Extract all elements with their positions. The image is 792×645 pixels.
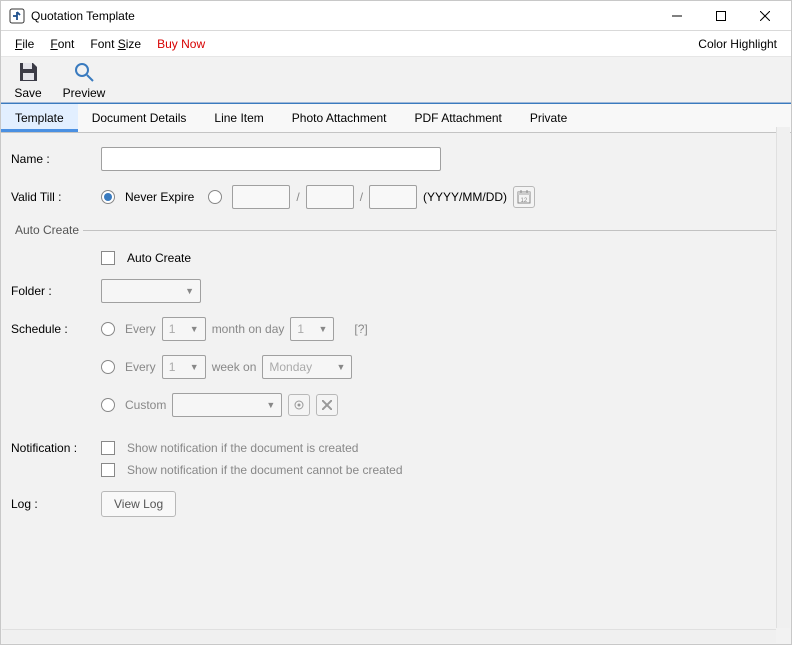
valid-till-day[interactable] (369, 185, 417, 209)
maximize-button[interactable] (699, 2, 743, 30)
every-label-2: Every (125, 360, 156, 374)
folder-label: Folder : (11, 284, 101, 298)
schedule-monthly-radio[interactable] (101, 322, 115, 336)
valid-till-date-radio[interactable] (208, 190, 222, 204)
chevron-down-icon: ▼ (266, 400, 275, 410)
schedule-custom-radio[interactable] (101, 398, 115, 412)
chevron-down-icon: ▼ (336, 362, 345, 372)
application-window: Quotation Template File Font Font Size B… (0, 0, 792, 645)
chevron-down-icon: ▼ (190, 324, 199, 334)
valid-till-never-radio[interactable] (101, 190, 115, 204)
notif-failed-label: Show notification if the document cannot… (127, 463, 403, 477)
menu-font-size[interactable]: Font Size (82, 33, 149, 55)
tab-line-item[interactable]: Line Item (200, 104, 277, 132)
tab-pdf-attachment[interactable]: PDF Attachment (401, 104, 516, 132)
sep1: / (296, 190, 299, 204)
chevron-down-icon: ▼ (185, 286, 194, 296)
calendar-icon[interactable]: 12 (513, 186, 535, 208)
valid-till-year[interactable] (232, 185, 290, 209)
menu-font[interactable]: Font (42, 33, 82, 55)
toolbar-preview[interactable]: Preview (63, 60, 105, 100)
custom-clear-icon[interactable] (316, 394, 338, 416)
chevron-down-icon: ▼ (190, 362, 199, 372)
toolbar: Save Preview (1, 57, 791, 103)
schedule-week-day[interactable]: Monday ▼ (262, 355, 352, 379)
notif-created-label: Show notification if the document is cre… (127, 441, 358, 455)
toolbar-preview-label: Preview (63, 86, 106, 100)
valid-till-label: Valid Till : (11, 190, 101, 204)
log-label: Log : (11, 497, 101, 511)
week-on-label: week on (212, 360, 257, 374)
notification-label: Notification : (11, 441, 101, 455)
tab-photo-attachment[interactable]: Photo Attachment (278, 104, 401, 132)
name-input[interactable] (101, 147, 441, 171)
never-expire-label: Never Expire (125, 190, 194, 204)
sep2: / (360, 190, 363, 204)
tabstrip: Template Document Details Line Item Phot… (1, 103, 791, 133)
menu-color-highlight[interactable]: Color Highlight (690, 33, 785, 55)
date-format-label: (YYYY/MM/DD) (423, 190, 507, 204)
folder-select[interactable]: ▼ (101, 279, 201, 303)
notif-failed-checkbox[interactable] (101, 463, 115, 477)
horizontal-scrollbar[interactable] (2, 629, 776, 643)
every-label-1: Every (125, 322, 156, 336)
tab-template[interactable]: Template (1, 104, 78, 132)
titlebar: Quotation Template (1, 1, 791, 31)
custom-label: Custom (125, 398, 166, 412)
schedule-help[interactable]: [?] (354, 322, 367, 336)
notif-created-checkbox[interactable] (101, 441, 115, 455)
auto-create-group: Auto Create Auto Create Folder : ▼ Sched… (11, 223, 781, 531)
schedule-weekly-radio[interactable] (101, 360, 115, 374)
preview-icon (73, 60, 95, 84)
view-log-button[interactable]: View Log (101, 491, 176, 517)
app-icon (9, 8, 25, 24)
toolbar-save[interactable]: Save (7, 60, 49, 100)
auto-create-checkbox[interactable] (101, 251, 115, 265)
menu-file[interactable]: File (7, 33, 42, 55)
vertical-scrollbar[interactable] (776, 127, 790, 628)
toolbar-save-label: Save (14, 86, 41, 100)
menu-buy-now[interactable]: Buy Now (149, 33, 213, 55)
minimize-button[interactable] (655, 2, 699, 30)
auto-create-legend: Auto Create (11, 223, 83, 237)
schedule-week-count[interactable]: 1 ▼ (162, 355, 206, 379)
schedule-custom-select[interactable]: ▼ (172, 393, 282, 417)
tab-private[interactable]: Private (516, 104, 581, 132)
schedule-month-count[interactable]: 1 ▼ (162, 317, 206, 341)
close-button[interactable] (743, 2, 787, 30)
custom-gear-icon[interactable] (288, 394, 310, 416)
menubar: File Font Font Size Buy Now Color Highli… (1, 31, 791, 57)
name-label: Name : (11, 152, 101, 166)
schedule-label: Schedule : (11, 322, 101, 336)
auto-create-label: Auto Create (127, 251, 191, 265)
save-icon (17, 60, 39, 84)
svg-text:12: 12 (521, 198, 528, 204)
valid-till-month[interactable] (306, 185, 354, 209)
month-on-day-label: month on day (212, 322, 285, 336)
schedule-month-day[interactable]: 1 ▼ (290, 317, 334, 341)
tab-document-details[interactable]: Document Details (78, 104, 201, 132)
window-title: Quotation Template (31, 9, 135, 23)
chevron-down-icon: ▼ (318, 324, 327, 334)
template-page: Name : Valid Till : Never Expire / / (YY… (1, 133, 791, 644)
